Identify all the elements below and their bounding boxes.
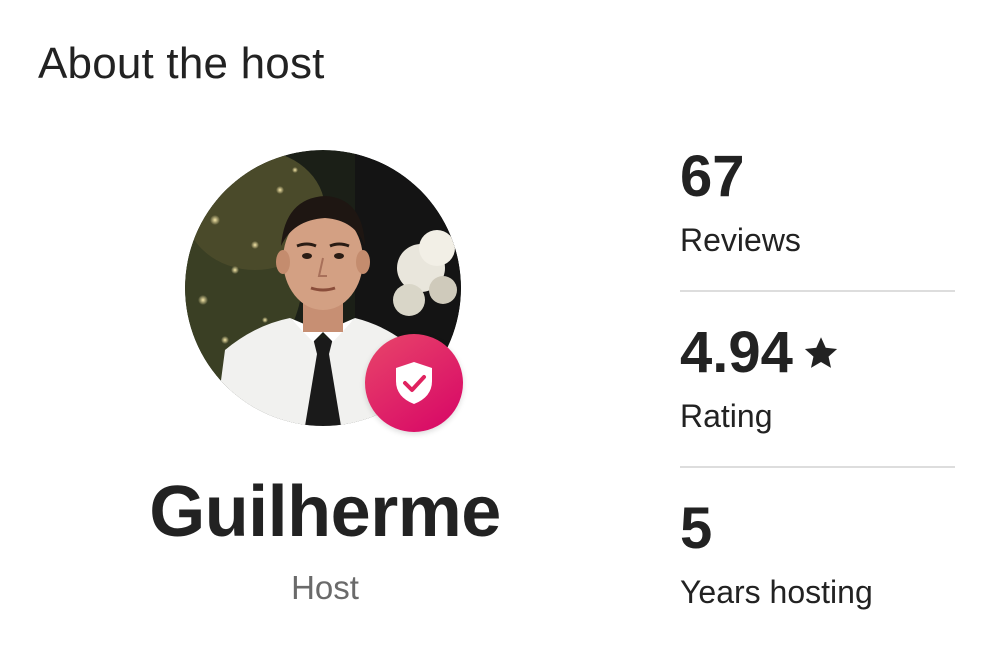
divider <box>680 466 955 468</box>
star-icon <box>804 337 837 368</box>
about-the-host-section: About the host Guilherme Host 67 Reviews… <box>0 0 998 667</box>
divider <box>680 290 955 292</box>
verified-badge <box>365 334 463 432</box>
host-name: Guilherme <box>149 472 501 552</box>
stat-reviews[interactable]: 67 Reviews <box>680 144 955 292</box>
section-title: About the host <box>38 39 325 88</box>
stat-rating: 4.94 Rating <box>680 320 955 468</box>
years-hosting-value: 5 <box>680 496 713 561</box>
host-profile-card[interactable]: Guilherme Host <box>130 140 520 640</box>
rating-label: Rating <box>680 398 773 434</box>
host-role: Host <box>291 569 359 606</box>
rating-value: 4.94 <box>680 320 793 385</box>
rating-value-row: 4.94 <box>680 320 955 386</box>
shield-check-icon <box>396 362 432 404</box>
reviews-count: 67 <box>680 144 745 209</box>
years-hosting-label: Years hosting <box>680 574 873 610</box>
host-stats: 67 Reviews 4.94 Rating 5 Years hosting <box>680 144 955 644</box>
host-avatar-container <box>185 150 463 432</box>
stat-years-hosting: 5 Years hosting <box>680 496 955 644</box>
reviews-label: Reviews <box>680 222 801 258</box>
